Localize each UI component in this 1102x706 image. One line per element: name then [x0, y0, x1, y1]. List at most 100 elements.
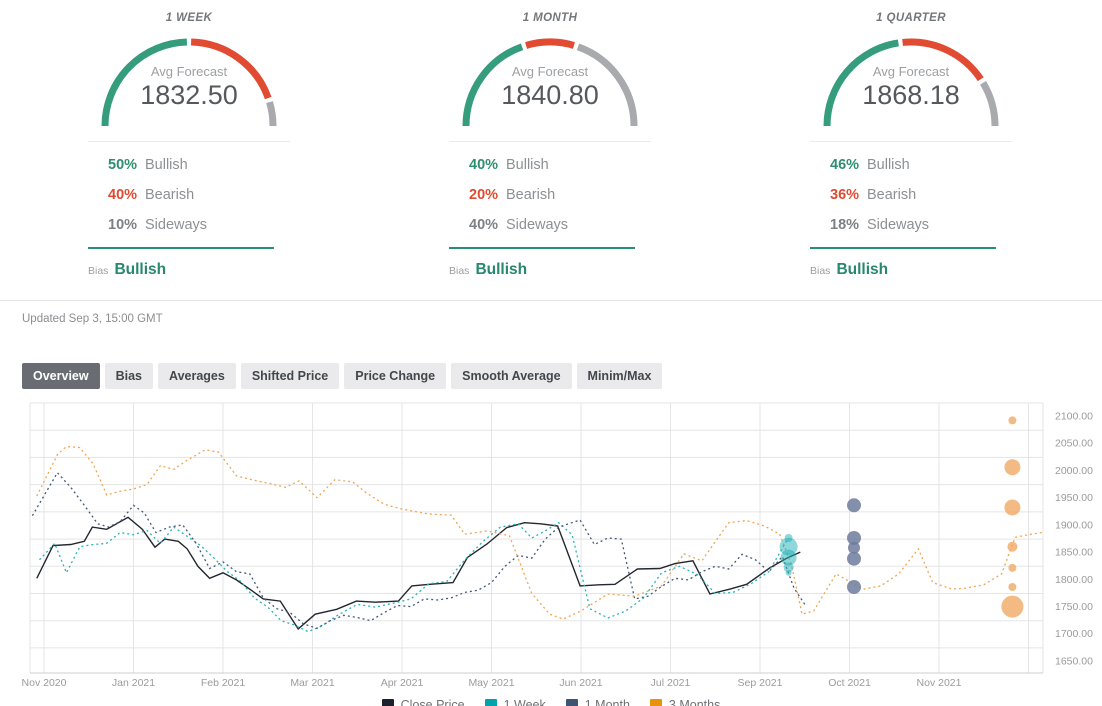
bias-label: Bias — [810, 265, 830, 277]
chart-legend: Close Price 1 Week 1 Month 3 Months — [0, 698, 1102, 706]
y-axis-label: 1700.00 — [1055, 628, 1093, 640]
bullish-pct: 50% — [108, 157, 145, 173]
bearish-pct: 40% — [108, 187, 145, 203]
bearish-arc-segment — [526, 42, 574, 45]
x-axis-label: Mar 2021 — [290, 677, 335, 689]
x-axis-label: Jul 2021 — [651, 677, 691, 689]
bullish-label: Bullish — [506, 157, 549, 173]
y-axis-label: 1950.00 — [1055, 492, 1093, 504]
sideways-pct: 10% — [108, 217, 145, 233]
bias-underline — [449, 247, 635, 249]
sideways-pct: 40% — [469, 217, 506, 233]
bearish-label: Bearish — [506, 187, 555, 203]
forecast-dot-1-month — [847, 498, 861, 512]
bearish-row: 36% Bearish — [830, 180, 1012, 210]
gauge-1-week: 1 WEEK Avg Forecast 1832.50 50% Bullish … — [88, 12, 290, 279]
bias-value: Bullish — [475, 261, 527, 279]
x-axis-label: Nov 2020 — [22, 677, 67, 689]
legend-label: 1 Month — [585, 698, 630, 706]
section-divider — [0, 300, 1102, 301]
avg-forecast-value: 1840.80 — [449, 80, 651, 111]
forecast-dot-3-months — [1004, 459, 1020, 475]
sideways-row: 40% Sideways — [469, 210, 651, 240]
tab-smooth-average[interactable]: Smooth Average — [451, 363, 571, 389]
y-axis-label: 1800.00 — [1055, 574, 1093, 586]
gauge-1-month: 1 MONTH Avg Forecast 1840.80 40% Bullish… — [449, 12, 651, 279]
legend-swatch — [485, 699, 497, 706]
bearish-row: 20% Bearish — [469, 180, 651, 210]
forecast-dot-3-months — [1008, 416, 1016, 424]
legend-item-close-price[interactable]: Close Price — [382, 698, 465, 706]
tab-bias[interactable]: Bias — [105, 363, 153, 389]
bearish-label: Bearish — [867, 187, 916, 203]
x-axis-label: Jun 2021 — [559, 677, 602, 689]
gauge-title: 1 MONTH — [449, 12, 651, 24]
forecast-dot-1-month — [847, 580, 861, 594]
tab-overview[interactable]: Overview — [22, 363, 100, 389]
forecast-dot-3-months — [1008, 564, 1016, 572]
sideways-row: 10% Sideways — [108, 210, 290, 240]
x-axis-label: Sep 2021 — [738, 677, 783, 689]
legend-label: 3 Months — [669, 698, 720, 706]
avg-forecast-label: Avg Forecast — [810, 64, 1012, 79]
bearish-row: 40% Bearish — [108, 180, 290, 210]
bullish-pct: 46% — [830, 157, 867, 173]
legend-swatch — [382, 699, 394, 706]
y-axis-label: 2000.00 — [1055, 465, 1093, 477]
y-axis-label: 1750.00 — [1055, 601, 1093, 613]
updated-timestamp: Updated Sep 3, 15:00 GMT — [22, 313, 1102, 325]
y-axis-label: 2050.00 — [1055, 438, 1093, 450]
bullish-label: Bullish — [867, 157, 910, 173]
series-line-1-month — [32, 473, 804, 629]
forecast-dot-3-months — [1008, 583, 1016, 591]
sideways-pct: 18% — [830, 217, 867, 233]
bias-value: Bullish — [114, 261, 166, 279]
tab-bar: OverviewBiasAveragesShifted PricePrice C… — [22, 363, 1102, 389]
bias-label: Bias — [449, 265, 469, 277]
tab-price-change[interactable]: Price Change — [344, 363, 446, 389]
y-axis-label: 2100.00 — [1055, 411, 1093, 423]
bullish-pct: 40% — [469, 157, 506, 173]
forecast-chart-block: 2100.00 2050.00 2000.00 1950.00 1900.00 1850.… — [0, 399, 1102, 706]
legend-item-3-months[interactable]: 3 Months — [650, 698, 720, 706]
y-axis-label: 1650.00 — [1055, 655, 1093, 667]
bearish-pct: 36% — [830, 187, 867, 203]
x-axis-label: Oct 2021 — [828, 677, 871, 689]
bullish-row: 40% Bullish — [469, 150, 651, 180]
gauge-title: 1 WEEK — [88, 12, 290, 24]
forecast-dot-3-months — [1001, 596, 1023, 618]
bullish-row: 46% Bullish — [830, 150, 1012, 180]
x-axis-label: Nov 2021 — [917, 677, 962, 689]
legend-item-1-month[interactable]: 1 Month — [566, 698, 630, 706]
bias-value: Bullish — [836, 261, 888, 279]
x-axis-label: Jan 2021 — [112, 677, 155, 689]
x-axis-label: Apr 2021 — [381, 677, 424, 689]
sideways-label: Sideways — [145, 217, 207, 233]
x-axis-label: May 2021 — [468, 677, 514, 689]
legend-item-1-week[interactable]: 1 Week — [485, 698, 546, 706]
avg-forecast-value: 1832.50 — [88, 80, 290, 111]
tab-shifted-price[interactable]: Shifted Price — [241, 363, 339, 389]
gauge-1-quarter: 1 QUARTER Avg Forecast 1868.18 46% Bulli… — [810, 12, 1012, 279]
y-axis-label: 1900.00 — [1055, 519, 1093, 531]
tab-minim-max[interactable]: Minim/Max — [577, 363, 663, 389]
tab-averages[interactable]: Averages — [158, 363, 236, 389]
x-axis-label: Feb 2021 — [201, 677, 246, 689]
legend-swatch — [566, 699, 578, 706]
forecast-chart: 2100.00 2050.00 2000.00 1950.00 1900.00 1850.… — [0, 399, 1102, 691]
bullish-row: 50% Bullish — [108, 150, 290, 180]
legend-label: Close Price — [401, 698, 465, 706]
sideways-row: 18% Sideways — [830, 210, 1012, 240]
bias-underline — [810, 247, 996, 249]
avg-forecast-label: Avg Forecast — [88, 64, 290, 79]
forecast-dot-3-months — [1007, 542, 1017, 552]
sideways-label: Sideways — [506, 217, 568, 233]
legend-label: 1 Week — [504, 698, 546, 706]
bias-label: Bias — [88, 265, 108, 277]
legend-swatch — [650, 699, 662, 706]
bias-underline — [88, 247, 274, 249]
sideways-label: Sideways — [867, 217, 929, 233]
forecast-gauges-section: 1 WEEK Avg Forecast 1832.50 50% Bullish … — [0, 0, 1102, 279]
bullish-label: Bullish — [145, 157, 188, 173]
y-axis-label: 1850.00 — [1055, 547, 1093, 559]
